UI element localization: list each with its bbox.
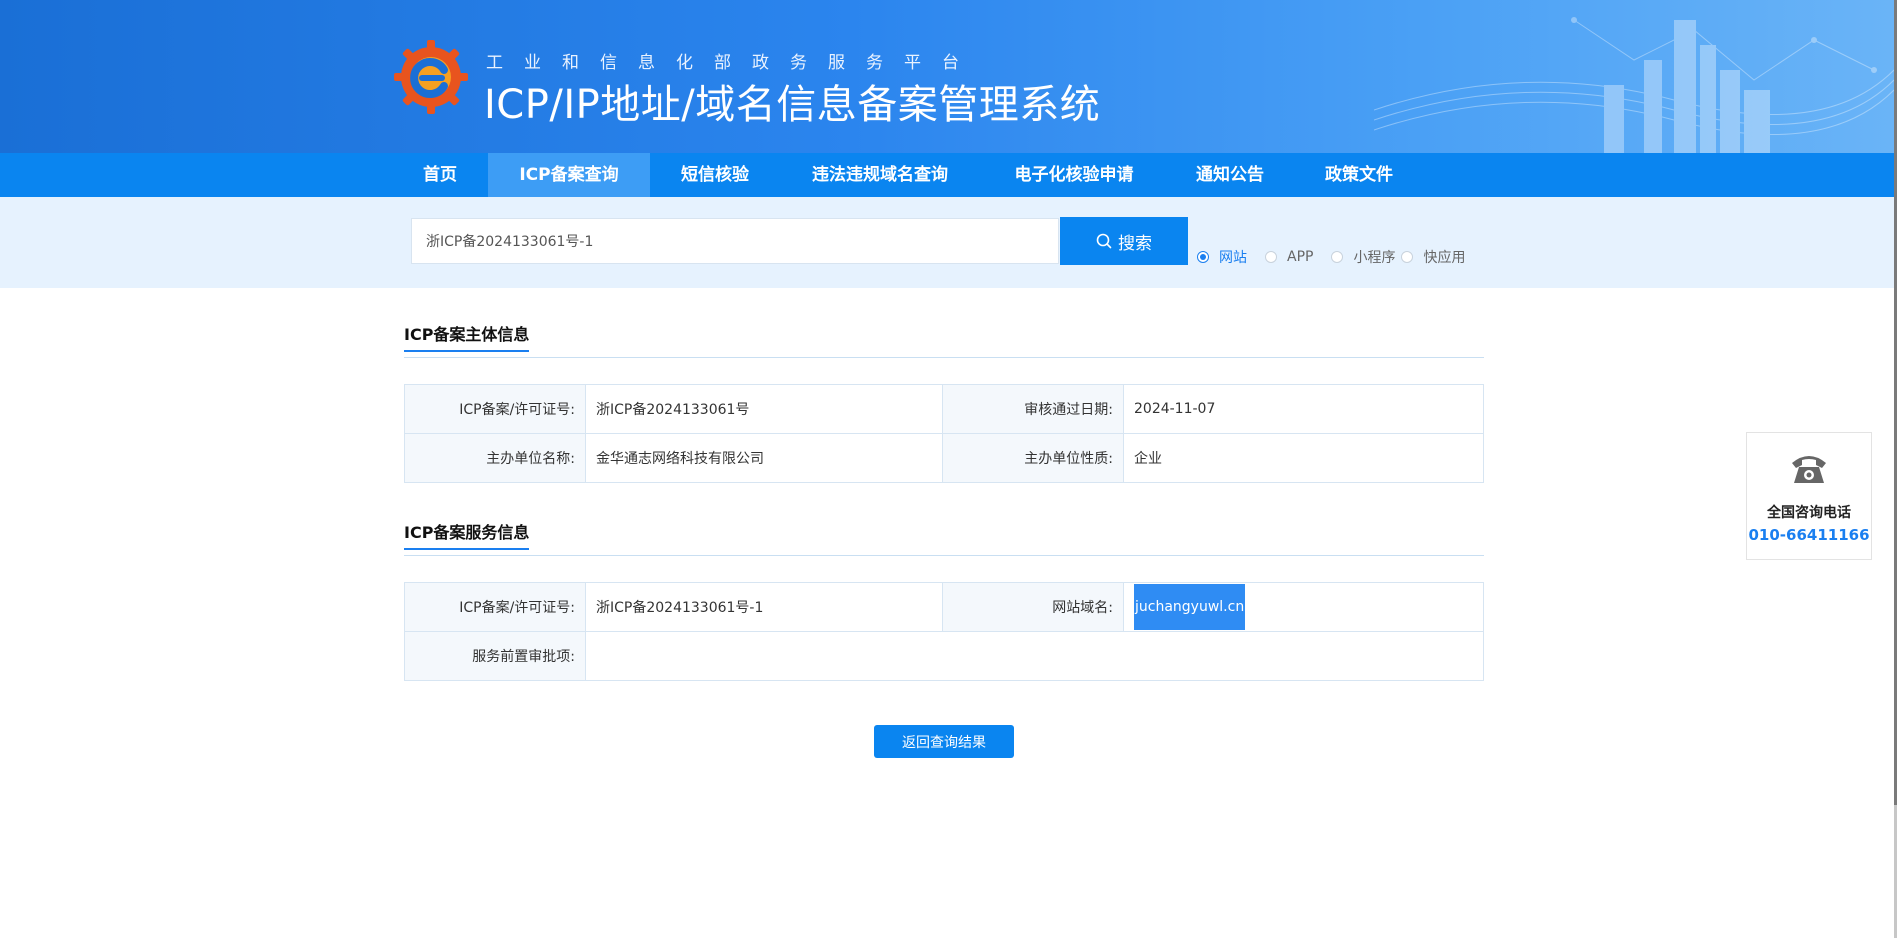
contact-number: 010-66411166: [1748, 526, 1870, 544]
contact-widget: 全国咨询电话 010-66411166: [1746, 432, 1872, 560]
table-row: 主办单位名称: 金华通志网络科技有限公司 主办单位性质: 企业: [404, 433, 1484, 483]
radio-dot: [1197, 251, 1209, 263]
service-info-table: ICP备案/许可证号: 浙ICP备2024133061号-1 网站域名: juc…: [404, 582, 1484, 681]
service-info-heading: ICP备案服务信息: [404, 519, 530, 550]
radio-website-label: 网站: [1219, 250, 1247, 266]
org-type-label: 主办单位性质:: [942, 433, 1124, 483]
org-name-value: 金华通志网络科技有限公司: [585, 433, 943, 483]
radio-quick-app-label: 快应用: [1423, 250, 1466, 266]
domain-value[interactable]: juchangyuwl.cn: [1134, 584, 1246, 630]
search-icon: [1096, 233, 1112, 249]
miit-logo: [394, 40, 468, 114]
phone-icon: [1792, 456, 1826, 483]
radio-mini-program-label: 小程序: [1353, 250, 1396, 266]
table-row: 服务前置审批项:: [404, 631, 1484, 681]
nav-e-verify-apply[interactable]: 电子化核验申请: [1004, 153, 1144, 197]
search-type-group: 网站 APP 小程序 快应用: [1197, 247, 1465, 267]
license-value: 浙ICP备2024133061号: [585, 384, 943, 434]
nav-home[interactable]: 首页: [404, 153, 476, 197]
main-nav: 首页 ICP备案查询 短信核验 违法违规域名查询 电子化核验申请 通知公告 政策…: [0, 153, 1894, 197]
radio-app[interactable]: APP: [1265, 249, 1313, 265]
section-divider: [404, 555, 1484, 556]
domain-cell: juchangyuwl.cn: [1123, 582, 1484, 632]
org-name-label: 主办单位名称:: [404, 433, 586, 483]
nav-policies[interactable]: 政策文件: [1318, 153, 1400, 197]
radio-dot: [1331, 251, 1344, 263]
city-skyline-decoration: [1374, 17, 1894, 153]
approve-date-label: 审核通过日期:: [942, 384, 1124, 434]
approve-date-value: 2024-11-07: [1123, 384, 1484, 434]
site-header: 工业和信息化部政务服务平台 ICP/IP地址/域名信息备案管理系统: [0, 0, 1894, 153]
nav-sms-verify[interactable]: 短信核验: [665, 153, 765, 197]
radio-mini-program[interactable]: 小程序: [1331, 247, 1395, 267]
org-type-value: 企业: [1123, 433, 1484, 483]
radio-dot: [1265, 251, 1277, 263]
section-divider: [404, 357, 1484, 358]
nav-notices[interactable]: 通知公告: [1190, 153, 1270, 197]
contact-label: 全国咨询电话: [1767, 505, 1851, 521]
subject-info-table: ICP备案/许可证号: 浙ICP备2024133061号 审核通过日期: 202…: [404, 384, 1484, 483]
platform-subtitle: 工业和信息化部政务服务平台: [486, 53, 980, 73]
service-license-label: ICP备案/许可证号:: [404, 582, 586, 632]
system-title: ICP/IP地址/域名信息备案管理系统: [484, 82, 1101, 128]
preapproval-label: 服务前置审批项:: [404, 631, 586, 681]
radio-quick-app[interactable]: 快应用: [1401, 247, 1465, 267]
radio-dot: [1401, 251, 1414, 263]
preapproval-value: [585, 631, 1484, 681]
nav-icp-query[interactable]: ICP备案查询: [488, 153, 650, 197]
table-row: ICP备案/许可证号: 浙ICP备2024133061号 审核通过日期: 202…: [404, 384, 1484, 434]
service-license-value: 浙ICP备2024133061号-1: [585, 582, 943, 632]
search-button[interactable]: 搜索: [1060, 217, 1188, 265]
table-row: ICP备案/许可证号: 浙ICP备2024133061号-1 网站域名: juc…: [404, 582, 1484, 632]
domain-label: 网站域名:: [942, 582, 1124, 632]
radio-app-label: APP: [1287, 249, 1314, 265]
search-button-label: 搜索: [1118, 233, 1152, 254]
return-results-button[interactable]: 返回查询结果: [874, 725, 1014, 758]
search-input[interactable]: [411, 218, 1059, 264]
radio-website[interactable]: 网站: [1197, 247, 1247, 267]
nav-illegal-domain-query[interactable]: 违法违规域名查询: [800, 153, 960, 197]
license-label: ICP备案/许可证号:: [404, 384, 586, 434]
subject-info-heading: ICP备案主体信息: [404, 321, 530, 352]
